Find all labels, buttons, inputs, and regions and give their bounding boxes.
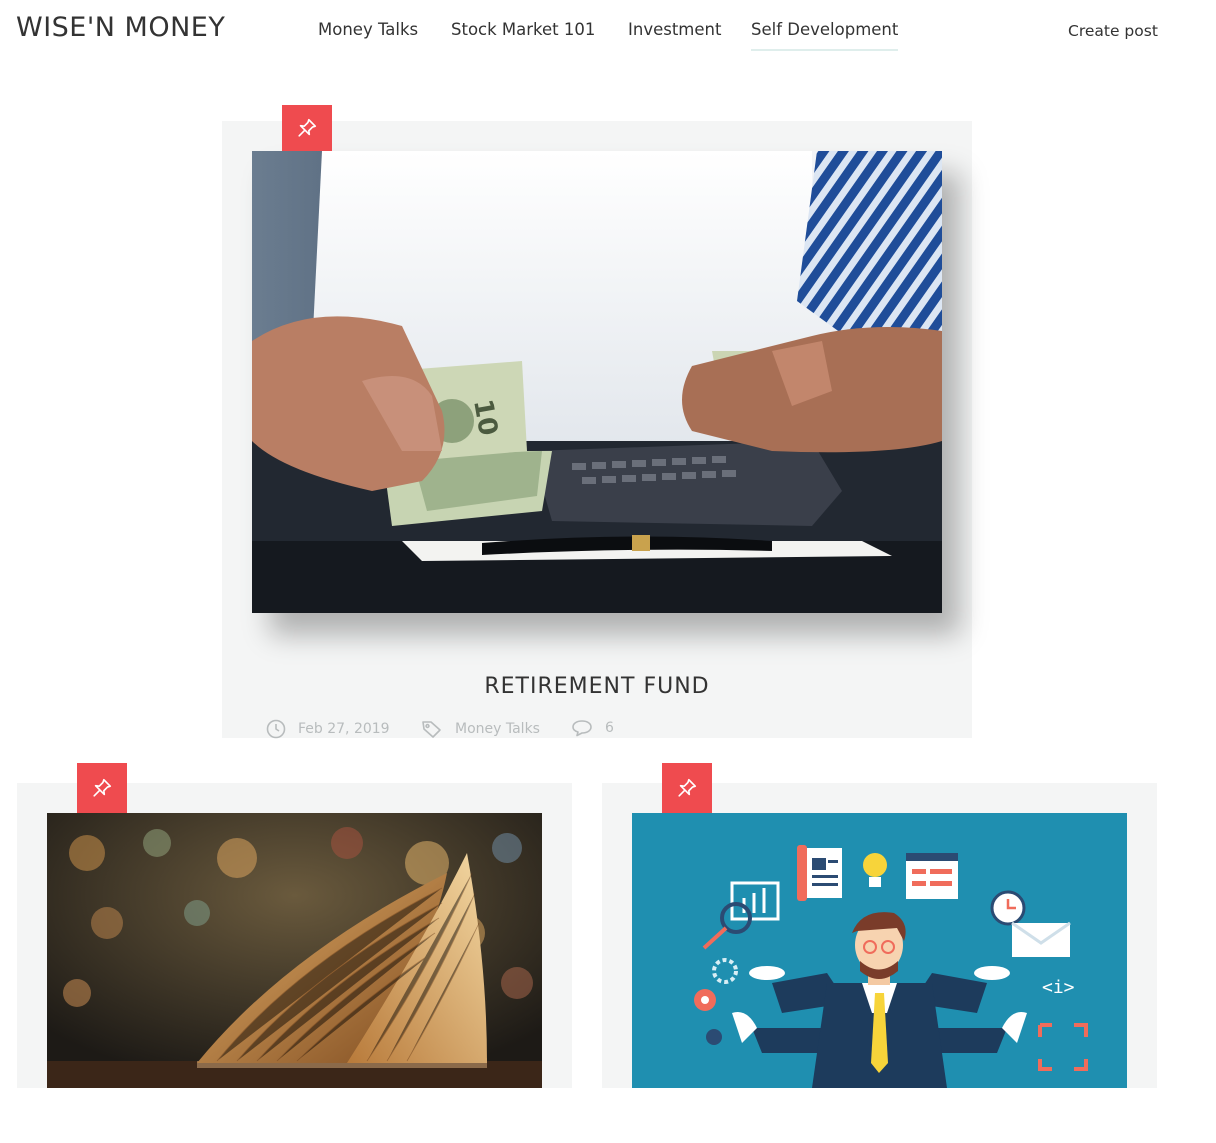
comment-icon (571, 719, 593, 737)
post-category[interactable]: Money Talks (421, 719, 540, 739)
post-image-multitask[interactable]: <i> (632, 813, 1127, 1088)
post-date-text: Feb 27, 2019 (298, 721, 390, 737)
post-image-book[interactable] (47, 813, 542, 1088)
tag-icon (421, 719, 443, 739)
post-date: Feb 27, 2019 (266, 719, 390, 739)
nav-stock-market-101[interactable]: Stock Market 101 (451, 20, 595, 49)
post-comments[interactable]: 6 (571, 719, 614, 737)
svg-text:<i>: <i> (1042, 977, 1075, 998)
nav-money-talks[interactable]: Money Talks (318, 20, 418, 49)
brand-logo[interactable]: WISE'N MONEY (16, 12, 225, 43)
post-category-text[interactable]: Money Talks (455, 721, 540, 737)
create-post-link[interactable]: Create post (1068, 22, 1158, 40)
pin-icon (77, 763, 127, 813)
post-card-featured[interactable]: 10 RETIREMENT FUND Feb 27, 2019 Money Ta… (222, 105, 972, 739)
top-navbar: WISE'N MONEY Money Talks Stock Market 10… (0, 0, 1216, 64)
pin-icon (662, 763, 712, 813)
nav-investment[interactable]: Investment (628, 20, 721, 49)
post-comments-count[interactable]: 6 (605, 720, 614, 736)
pin-icon (282, 105, 332, 151)
post-image-money[interactable]: 10 (252, 151, 942, 613)
nav-self-development[interactable]: Self Development (751, 20, 899, 51)
clock-icon (266, 719, 286, 739)
post-title[interactable]: RETIREMENT FUND (222, 674, 972, 699)
